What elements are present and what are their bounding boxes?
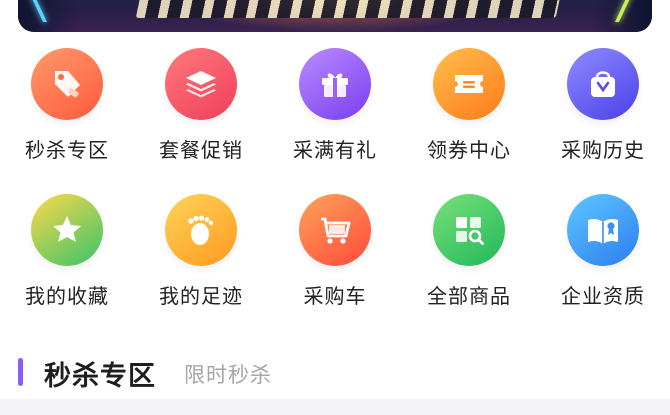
nav-icon-circle (165, 48, 237, 120)
nav-item-flash-sale[interactable]: 秒杀专区 (0, 48, 134, 176)
nav-item-footprints[interactable]: 我的足迹 (134, 194, 268, 322)
nav-icon-circle (299, 48, 371, 120)
nav-icon-circle (31, 48, 103, 120)
shopping-bag-icon (591, 71, 615, 97)
banner-area (0, 0, 670, 34)
coupon-icon (455, 75, 483, 93)
banner-edge-left (18, 0, 78, 32)
nav-icon-circle (433, 48, 505, 120)
nav-item-purchase-history[interactable]: 采购历史 (536, 48, 670, 176)
tag-icon (55, 71, 80, 98)
nav-item-label: 我的足迹 (159, 284, 243, 308)
star-icon (53, 216, 81, 242)
nav-item-gift[interactable]: 采满有礼 (268, 48, 402, 176)
nav-item-cart[interactable]: 采购车 (268, 194, 402, 322)
nav-icon-circle (165, 194, 237, 266)
banner-film-strip (135, 0, 561, 18)
nav-item-qualifications[interactable]: 企业资质 (536, 194, 670, 322)
nav-panel: 秒杀专区 套餐促销 采满有礼 领券中心 采购历史 我的收藏 我的足迹 采购车 全… (0, 34, 670, 399)
section-title: 秒杀专区 (44, 361, 156, 392)
nav-icon-circle (433, 194, 505, 266)
nav-icon-circle (567, 48, 639, 120)
nav-grid: 秒杀专区 套餐促销 采满有礼 领券中心 采购历史 我的收藏 我的足迹 采购车 全… (0, 48, 670, 322)
nav-item-favorites[interactable]: 我的收藏 (0, 194, 134, 322)
nav-item-bundle-promo[interactable]: 套餐促销 (134, 48, 268, 176)
nav-item-label: 采满有礼 (293, 138, 377, 162)
promo-banner[interactable] (18, 0, 652, 32)
nav-item-label: 秒杀专区 (25, 138, 109, 162)
section-subtitle: 限时秒杀 (184, 363, 272, 387)
cart-icon (321, 217, 351, 244)
nav-item-all-products[interactable]: 全部商品 (402, 194, 536, 322)
nav-icon-circle (31, 194, 103, 266)
nav-icon-circle (299, 194, 371, 266)
section-accent-bar (18, 358, 23, 386)
nav-item-label: 领券中心 (427, 138, 511, 162)
grid-search-icon (456, 217, 484, 245)
certificate-book-icon (588, 218, 618, 244)
nav-item-label: 采购车 (303, 284, 367, 308)
nav-item-label: 采购历史 (561, 138, 645, 162)
flash-sale-section-header: 秒杀专区 限时秒杀 (0, 344, 670, 400)
nav-icon-circle (567, 194, 639, 266)
nav-item-coupon-center[interactable]: 领券中心 (402, 48, 536, 176)
layers-icon (186, 71, 216, 98)
nav-item-label: 我的收藏 (25, 284, 109, 308)
page-background-strip (0, 399, 670, 415)
nav-item-label: 全部商品 (427, 284, 511, 308)
nav-item-label: 套餐促销 (159, 138, 243, 162)
gift-icon (322, 73, 348, 97)
footprint-icon (188, 215, 214, 245)
nav-item-label: 企业资质 (561, 284, 645, 308)
